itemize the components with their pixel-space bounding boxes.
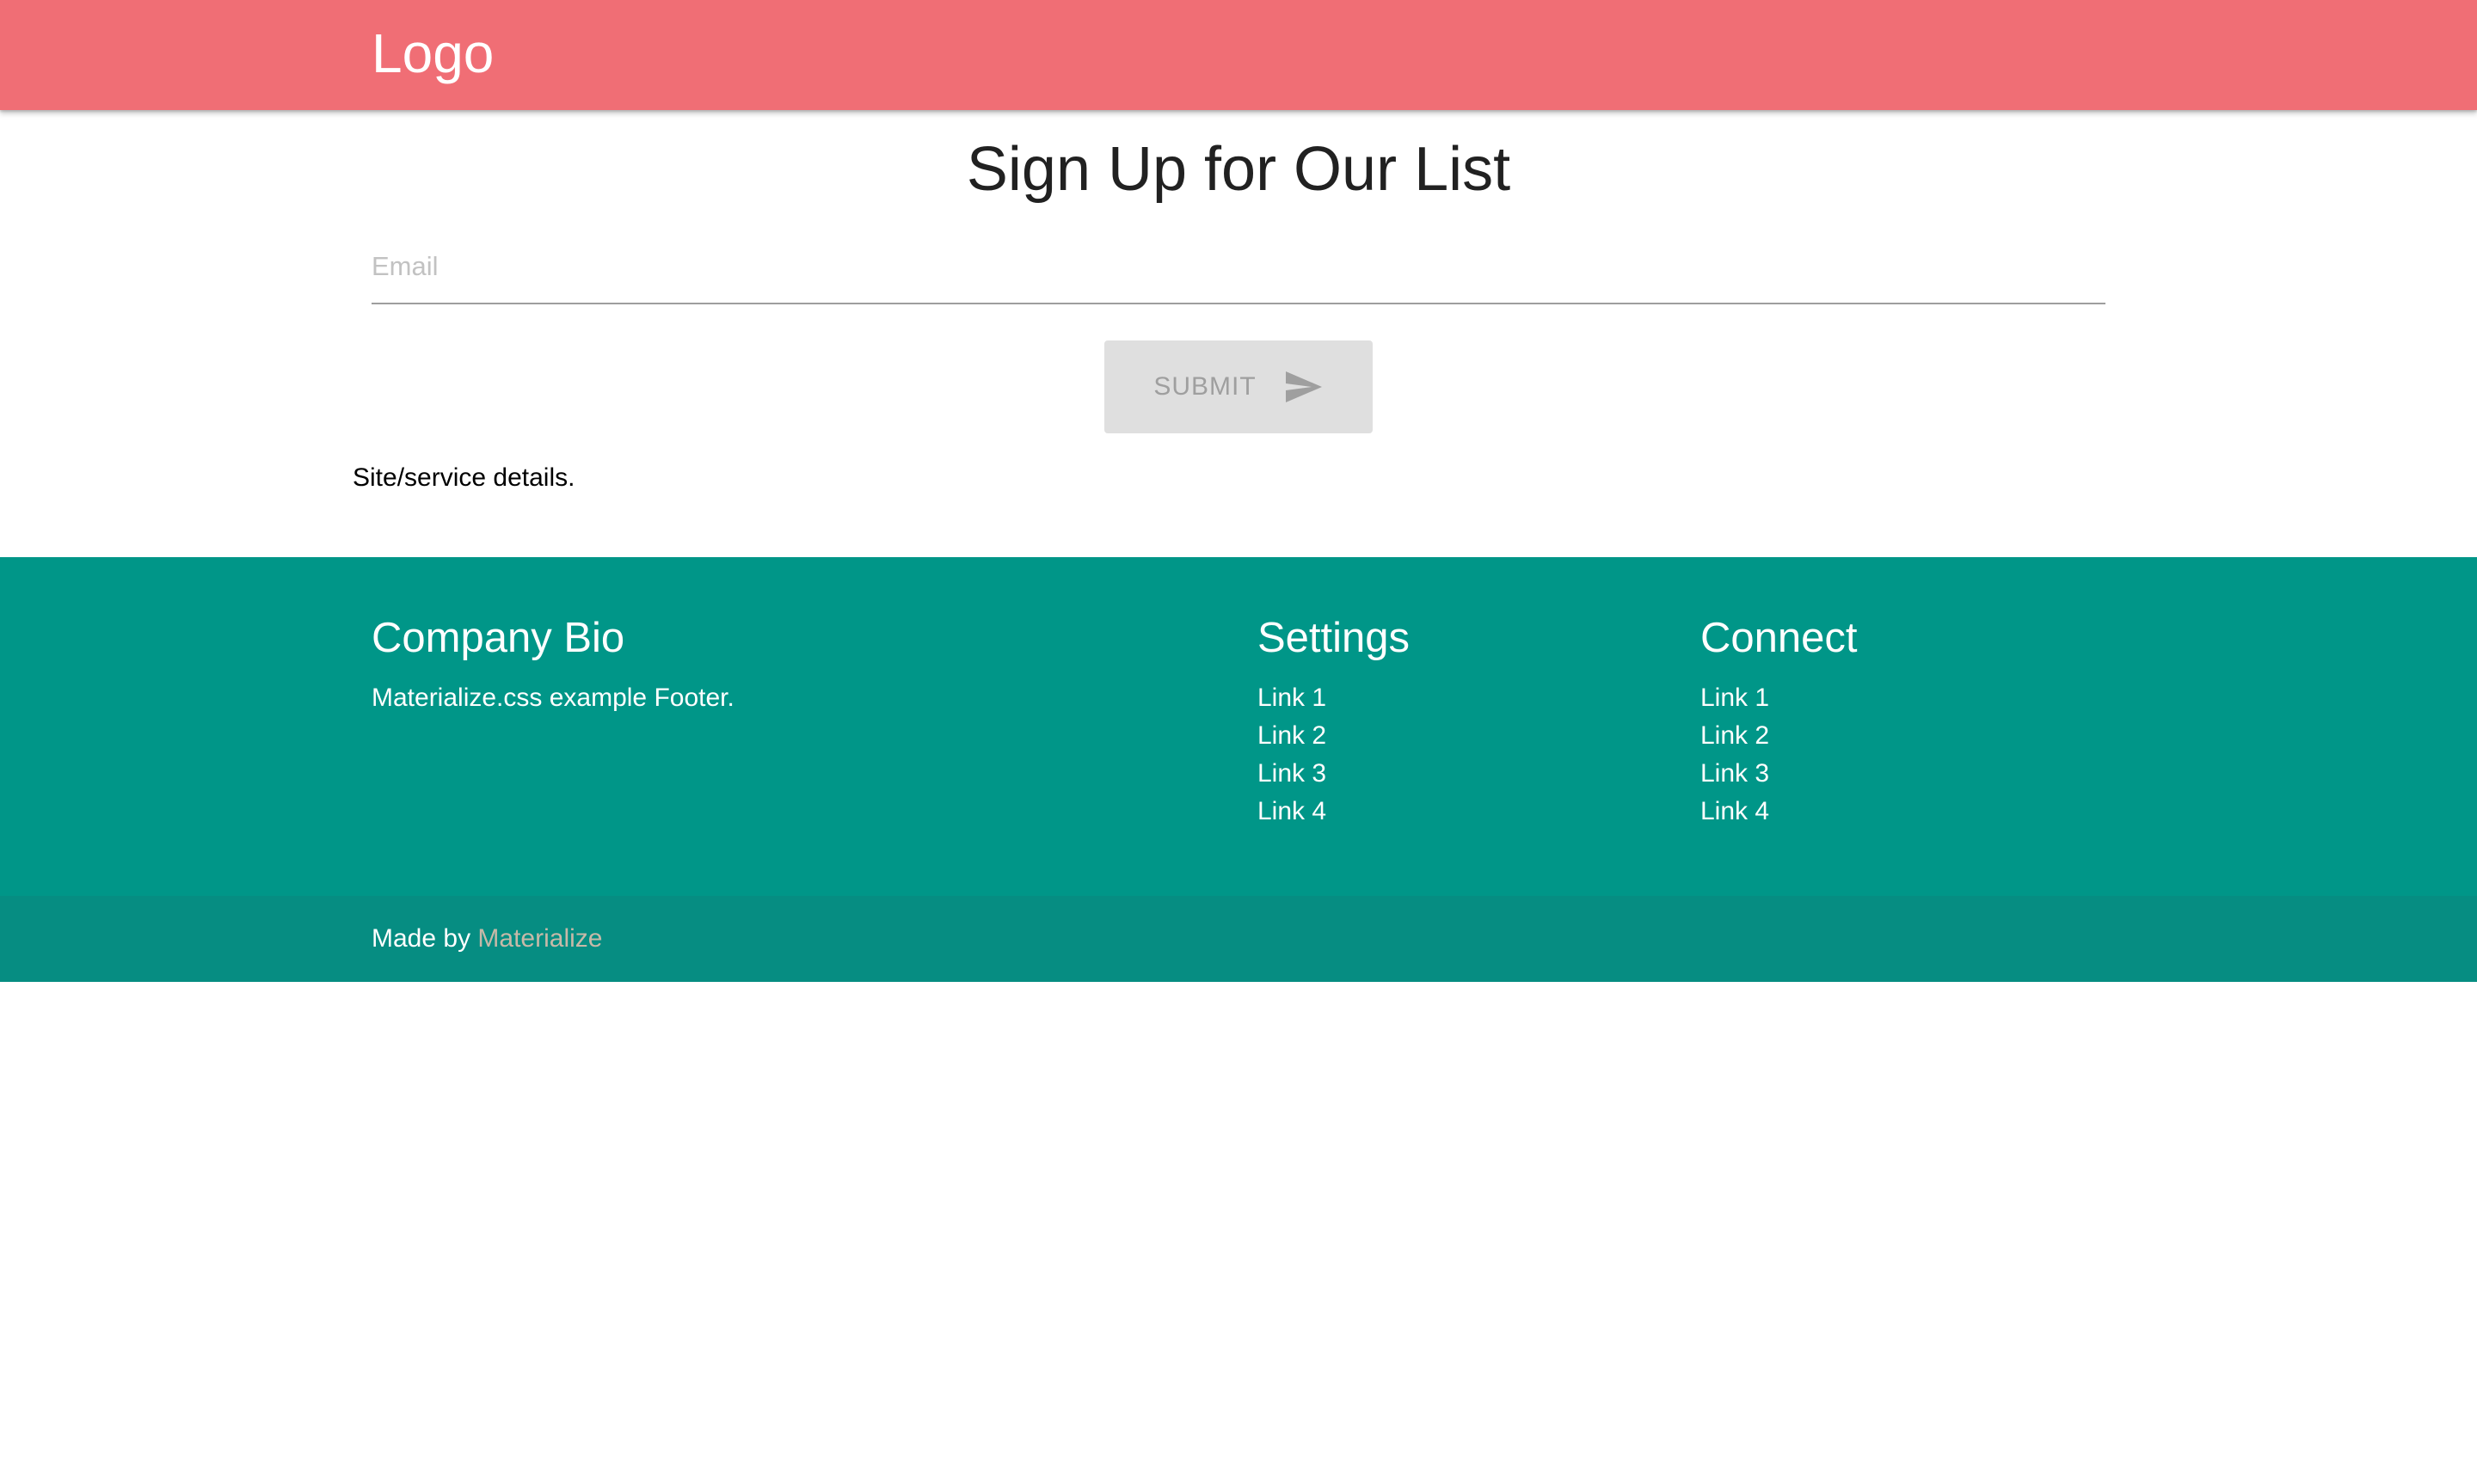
footer-bio-column: Company Bio Materialize.css example Foot… (372, 612, 734, 715)
footer-settings-link-2[interactable]: Link 2 (1257, 721, 1326, 750)
email-field[interactable] (372, 230, 2105, 304)
list-item: Link 2 (1700, 717, 1858, 755)
logo-link[interactable]: Logo (372, 19, 494, 88)
footer-settings-links: Link 1 Link 2 Link 3 Link 4 (1257, 679, 1410, 831)
list-item: Link 4 (1257, 793, 1410, 831)
footer-connect-links: Link 1 Link 2 Link 3 Link 4 (1700, 679, 1858, 831)
site-details-text: Site/service details. (353, 463, 575, 492)
footer-copyright-bar: Made by Materialize (0, 896, 2477, 982)
footer-connect-link-1[interactable]: Link 1 (1700, 684, 1769, 712)
list-item: Link 1 (1257, 679, 1410, 717)
copyright-text: Made by Materialize (372, 922, 602, 956)
footer-connect-link-3[interactable]: Link 3 (1700, 759, 1769, 788)
footer-settings-link-4[interactable]: Link 4 (1257, 797, 1326, 825)
footer-connect-heading: Connect (1700, 615, 1858, 661)
footer-settings-link-3[interactable]: Link 3 (1257, 759, 1326, 788)
list-item: Link 3 (1257, 755, 1410, 793)
materialize-link[interactable]: Materialize (477, 924, 602, 953)
submit-button-label: SUBMIT (1153, 372, 1257, 401)
footer-connect-column: Connect Link 1 Link 2 Link 3 Link 4 (1700, 612, 1858, 831)
footer-connect-link-2[interactable]: Link 2 (1700, 721, 1769, 750)
footer-connect-link-4[interactable]: Link 4 (1700, 797, 1769, 825)
footer-bio-text: Materialize.css example Footer. (372, 684, 734, 712)
submit-button[interactable]: SUBMIT (1104, 340, 1373, 433)
copyright-prefix: Made by (372, 924, 478, 953)
footer-bio-heading: Company Bio (372, 615, 625, 661)
list-item: Link 3 (1700, 755, 1858, 793)
top-navbar: Logo (0, 0, 2477, 110)
list-item: Link 4 (1700, 793, 1858, 831)
footer-settings-column: Settings Link 1 Link 2 Link 3 Link 4 (1257, 612, 1410, 831)
footer-settings-heading: Settings (1257, 615, 1411, 661)
page-title: Sign Up for Our List (966, 135, 1511, 204)
send-icon (1282, 366, 1324, 408)
footer-settings-link-1[interactable]: Link 1 (1257, 684, 1326, 712)
list-item: Link 1 (1700, 679, 1858, 717)
list-item: Link 2 (1257, 717, 1410, 755)
page-footer: Company Bio Materialize.css example Foot… (0, 557, 2477, 896)
